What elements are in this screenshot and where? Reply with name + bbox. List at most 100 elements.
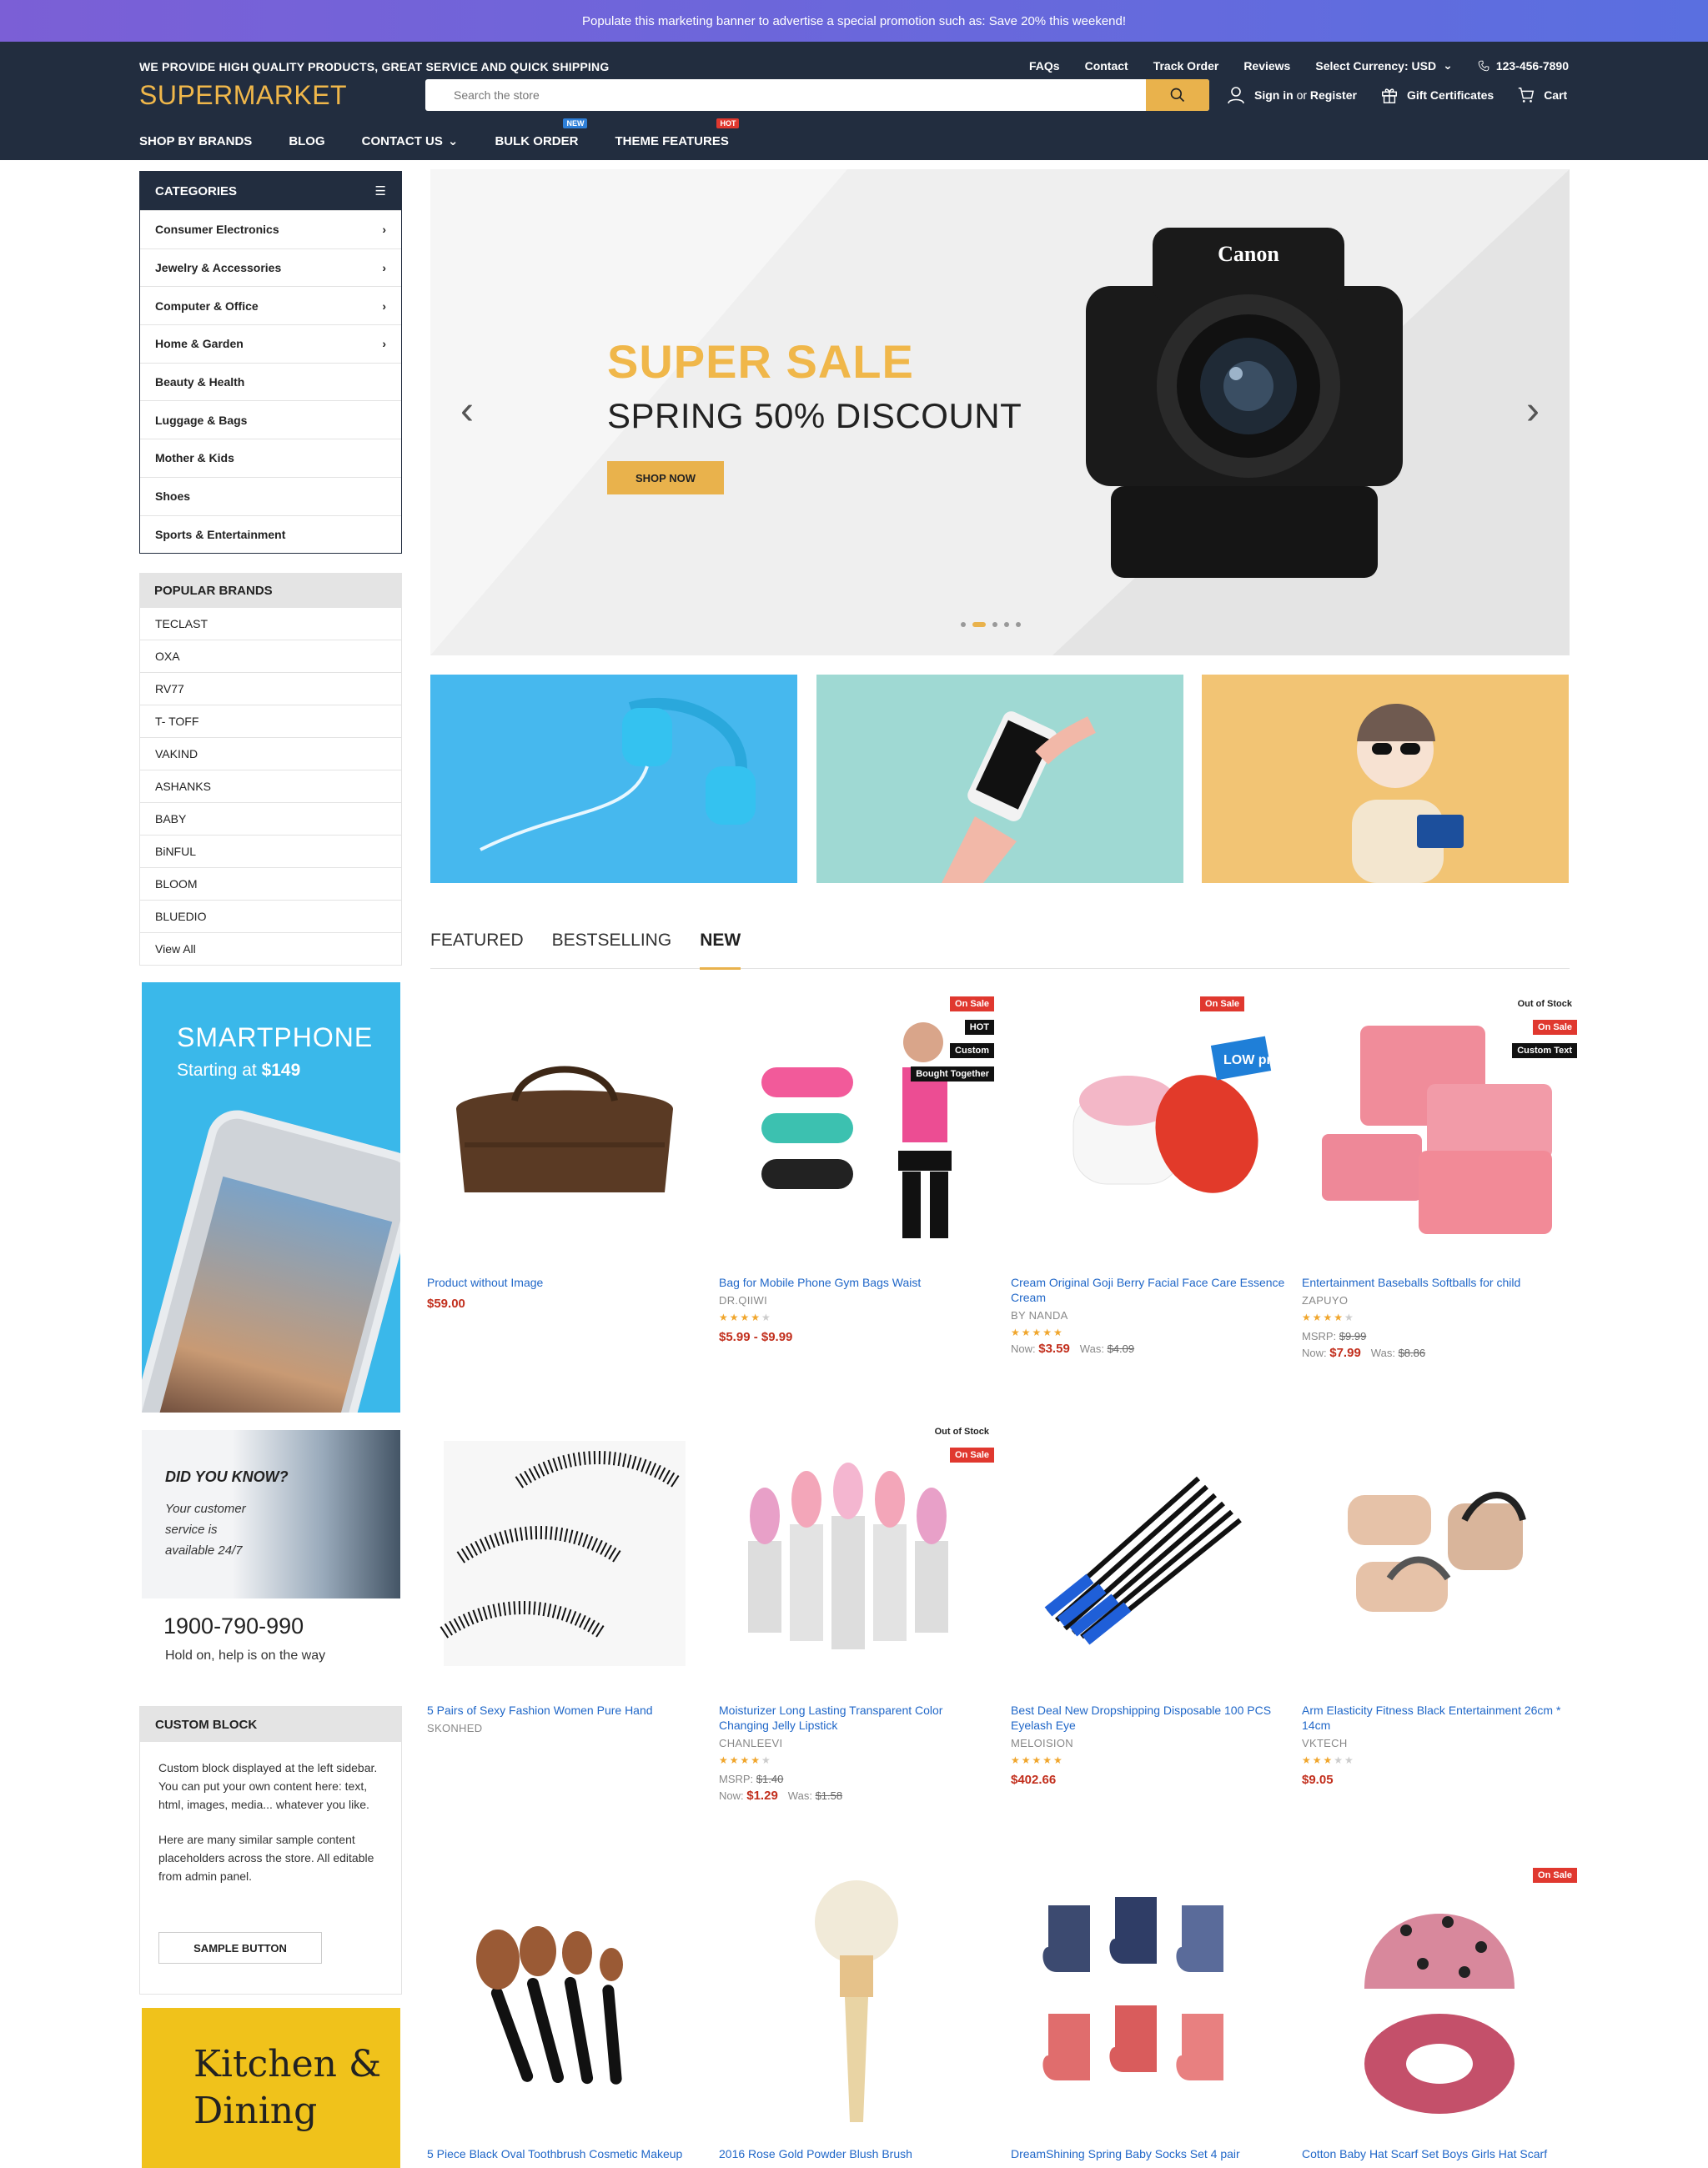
face-cream-image: LOW price [1073,1036,1273,1193]
tab-featured[interactable]: FEATURED [430,931,524,969]
reviews-link[interactable]: Reviews [1243,59,1290,73]
custom-block: CUSTOM BLOCK Custom block displayed at t… [139,1706,402,1995]
product-image[interactable]: On Sale [1302,1868,1577,2126]
support-ad[interactable]: DID YOU KNOW? Your customer service is a… [142,1430,400,1680]
product-image[interactable] [1011,1424,1286,1683]
brand-item[interactable]: VAKIND [139,738,402,770]
nav-theme-features[interactable]: THEME FEATURES HOT [615,118,740,148]
product-name[interactable]: DreamShining Spring Baby Socks Set 4 pai… [1011,2146,1286,2161]
nav-bulk-order[interactable]: BULK ORDER NEW [495,118,588,148]
brand-item[interactable]: OXA [139,640,402,673]
sample-button[interactable]: SAMPLE BUTTON [158,1932,322,1964]
brand-item[interactable]: BABY [139,803,402,836]
brand-item[interactable]: TECLAST [139,608,402,640]
product-name[interactable]: 5 Pairs of Sexy Fashion Women Pure Hand [427,1703,702,1718]
product-name[interactable]: Arm Elasticity Fitness Black Entertainme… [1302,1703,1577,1733]
product-name[interactable]: Product without Image [427,1275,702,1290]
product-name[interactable]: Cream Original Goji Berry Facial Face Ca… [1011,1275,1286,1305]
category-label: Home & Garden [155,337,244,351]
product-image[interactable] [427,996,702,1255]
category-item[interactable]: Shoes [140,476,401,515]
category-item[interactable]: Sports & Entertainment [140,514,401,554]
category-item[interactable]: Jewelry & Accessories › [140,248,401,287]
category-item[interactable]: Beauty & Health [140,362,401,401]
product-card[interactable]: 5 Piece Black Oval Toothbrush Cosmetic M… [427,1868,702,2161]
chevron-left-icon[interactable]: ‹ [460,388,474,434]
cart-link[interactable]: Cart [1517,86,1567,104]
brand-item[interactable]: T- TOFF [139,705,402,738]
chevron-right-icon[interactable]: › [1526,388,1540,434]
product-card[interactable]: On Sale Cotton Baby Hat Scarf Set Boys G… [1302,1868,1577,2161]
slider-dot-active[interactable] [972,622,986,627]
slider-dot[interactable] [961,622,966,627]
product-name[interactable]: Cotton Baby Hat Scarf Set Boys Girls Hat… [1302,2146,1577,2161]
product-card[interactable]: On Sale HOT Custom Bought Together Bag f… [719,996,994,1344]
brand-item[interactable]: BLOOM [139,868,402,901]
product-card[interactable]: 5 Pairs of Sexy Fashion Women Pure Hand … [427,1424,702,1734]
sign-in-register[interactable]: Sign in or Register [1226,85,1357,105]
product-image[interactable] [1011,1868,1286,2126]
nav-shop-by-brands[interactable]: SHOP BY BRANDS [139,133,252,148]
brand-item[interactable]: RV77 [139,673,402,705]
slider-dot[interactable] [992,622,997,627]
kitchen-dining-ad[interactable]: Kitchen & Dining [142,2008,400,2168]
category-item[interactable]: Mother & Kids [140,439,401,477]
product-card[interactable]: 2016 Rose Gold Powder Blush Brush [719,1868,994,2161]
shop-now-button[interactable]: SHOP NOW [607,461,724,494]
headphones-banner[interactable] [430,675,797,883]
brand-item[interactable]: BLUEDIO [139,901,402,933]
product-card[interactable]: Out of Stock On Sale Custom Text Enterta… [1302,996,1577,1360]
product-image[interactable]: On Sale HOT Custom Bought Together [719,996,994,1255]
product-image[interactable]: Out of Stock On Sale Custom Text [1302,996,1577,1255]
smartphone-ad[interactable]: SMARTPHONE Starting at $149 [142,982,400,1413]
phone-link[interactable]: 123-456-7890 [1478,59,1569,73]
product-name[interactable]: Entertainment Baseballs Softballs for ch… [1302,1275,1577,1290]
contact-link[interactable]: Contact [1085,59,1128,73]
view-all-brands-link[interactable]: View All [139,933,402,966]
product-name[interactable]: Best Deal New Dropshipping Disposable 10… [1011,1703,1286,1733]
nav-blog[interactable]: BLOG [289,133,324,148]
track-order-link[interactable]: Track Order [1153,59,1219,73]
search-button[interactable] [1146,79,1209,111]
custom-text-badge: Custom Text [1512,1043,1577,1058]
category-item[interactable]: Luggage & Bags [140,400,401,439]
nav-contact-us[interactable]: CONTACT US ⌄ [362,133,459,149]
store-logo[interactable]: SUPERMARKET [139,80,347,111]
register-link[interactable]: Register [1310,88,1357,102]
product-name[interactable]: 5 Piece Black Oval Toothbrush Cosmetic M… [427,2146,702,2161]
product-card[interactable]: Product without Image $59.00 [427,996,702,1311]
product-image[interactable] [427,1424,702,1683]
fashion-banner[interactable] [1202,675,1569,883]
product-name[interactable]: Bag for Mobile Phone Gym Bags Waist [719,1275,994,1290]
category-item[interactable]: Computer & Office › [140,286,401,324]
sign-in-link[interactable]: Sign in [1254,88,1294,102]
product-card[interactable]: DreamShining Spring Baby Socks Set 4 pai… [1011,1868,1286,2161]
product-image[interactable]: LOW price On Sale [1011,996,1286,1255]
popular-brands-title: POPULAR BRANDS [139,573,402,608]
list-icon[interactable]: ☰ [375,183,386,198]
slider-dot[interactable] [1004,622,1009,627]
product-image[interactable] [427,1868,702,2126]
category-item[interactable]: Consumer Electronics › [140,210,401,248]
product-card[interactable]: LOW price On Sale Cream Original Goji Be… [1011,996,1286,1356]
product-image[interactable] [1302,1424,1577,1683]
slider-dot[interactable] [1016,622,1021,627]
search-input[interactable] [425,79,1143,111]
product-card[interactable]: Out of Stock On Sale Moisturizer Long La… [719,1424,994,1803]
product-image[interactable]: Out of Stock On Sale [719,1424,994,1683]
currency-selector[interactable]: Select Currency: USD ⌄ [1315,58,1452,73]
product-card[interactable]: Best Deal New Dropshipping Disposable 10… [1011,1424,1286,1787]
faqs-link[interactable]: FAQs [1029,59,1060,73]
brand-item[interactable]: BiNFUL [139,836,402,868]
tab-bestselling[interactable]: BESTSELLING [552,931,672,969]
gift-certificates-link[interactable]: Gift Certificates [1380,86,1494,104]
category-item[interactable]: Home & Garden › [140,324,401,363]
product-image[interactable] [719,1868,994,2126]
product-name[interactable]: 2016 Rose Gold Powder Blush Brush [719,2146,994,2161]
product-card[interactable]: Arm Elasticity Fitness Black Entertainme… [1302,1424,1577,1787]
brand-item[interactable]: ASHANKS [139,770,402,803]
smartphone-banner[interactable] [816,675,1183,883]
product-name[interactable]: Moisturizer Long Lasting Transparent Col… [719,1703,994,1733]
ad-price: $149 [261,1061,301,1080]
tab-new[interactable]: NEW [700,931,741,970]
